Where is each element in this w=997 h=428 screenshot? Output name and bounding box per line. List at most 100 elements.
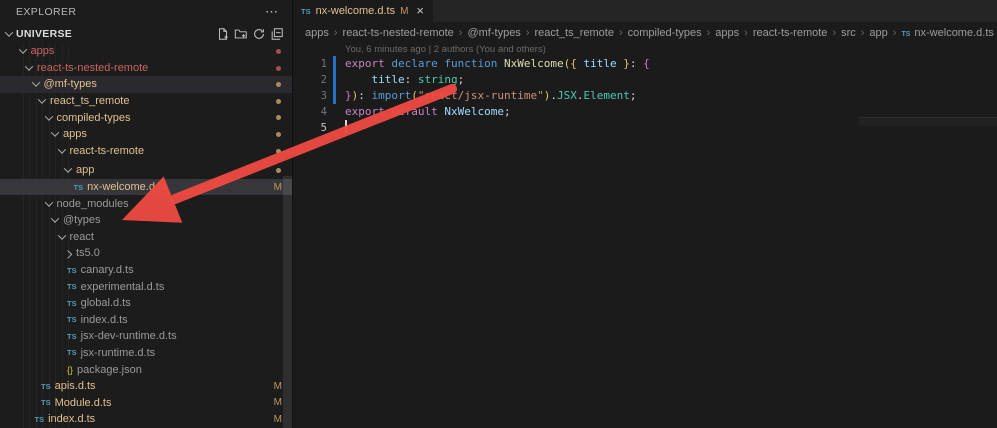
breadcrumb-item[interactable]: apps bbox=[305, 27, 329, 39]
git-status-dot-badge bbox=[276, 49, 281, 54]
line-number[interactable]: 4 bbox=[293, 104, 327, 120]
git-status-dot-badge bbox=[276, 99, 281, 104]
tab-git-modified-badge: M bbox=[400, 6, 408, 17]
line-number[interactable]: 2 bbox=[293, 72, 327, 88]
token: function bbox=[444, 57, 497, 70]
refresh-icon[interactable] bbox=[252, 27, 266, 41]
tree-item-label: react bbox=[70, 231, 94, 243]
tree-item-Module.d.ts[interactable]: TSModule.d.tsM bbox=[0, 394, 292, 411]
gitlens-codelens[interactable]: You, 6 minutes ago | 2 authors (You and … bbox=[345, 44, 997, 56]
tab-nx-welcome[interactable]: TS nx-welcome.d.ts M × bbox=[293, 0, 433, 22]
breadcrumb-separator-icon: › bbox=[893, 27, 897, 39]
tree-item-label: experimental.d.ts bbox=[81, 281, 165, 293]
token: export bbox=[345, 57, 385, 70]
tree-item-apps[interactable]: apps bbox=[0, 126, 292, 143]
breadcrumb-item[interactable]: apps bbox=[715, 27, 739, 39]
tree-item-label: ts5.0 bbox=[76, 247, 100, 259]
code-editor[interactable]: You, 6 minutes ago | 2 authors (You and … bbox=[293, 44, 997, 428]
tree-item-index.d.ts[interactable]: TSindex.d.ts bbox=[0, 312, 292, 329]
chevron-down-icon[interactable] bbox=[31, 79, 39, 87]
tree-item-experimental.d.ts[interactable]: TSexperimental.d.ts bbox=[0, 278, 292, 295]
tree-item-react-ts-nested-remote[interactable]: react-ts-nested-remote bbox=[0, 60, 292, 77]
tree-item-canary.d.ts[interactable]: TScanary.d.ts bbox=[0, 262, 292, 279]
breadcrumb-item[interactable]: src bbox=[841, 27, 856, 39]
tree-item-apps[interactable]: apps bbox=[0, 43, 292, 60]
tree-item-label: index.d.ts bbox=[48, 413, 95, 425]
tree-item-label: Module.d.ts bbox=[55, 397, 112, 409]
tree-item-global.d.ts[interactable]: TSglobal.d.ts bbox=[0, 295, 292, 312]
breadcrumb-separator-icon: › bbox=[619, 27, 623, 39]
breadcrumb-item[interactable]: react-ts-nested-remote bbox=[343, 27, 454, 39]
line-number[interactable]: 3 bbox=[293, 88, 327, 104]
tree-item-app[interactable]: app bbox=[0, 162, 292, 179]
collapse-all-icon[interactable] bbox=[270, 27, 284, 41]
chevron-down-icon[interactable] bbox=[18, 46, 26, 54]
chevron-right-icon[interactable] bbox=[64, 251, 72, 259]
breadcrumb-item[interactable]: react_ts_remote bbox=[534, 27, 613, 39]
breadcrumb-item[interactable]: compiled-types bbox=[628, 27, 702, 39]
tree-item-ts5.0[interactable]: ts5.0 bbox=[0, 245, 292, 262]
ts-file-icon: TS bbox=[301, 7, 311, 16]
token: Element bbox=[583, 89, 629, 102]
chevron-down-icon[interactable] bbox=[25, 62, 33, 70]
token: NxWelcome bbox=[444, 105, 504, 118]
indent-spacer bbox=[0, 117, 46, 118]
chevron-down-icon[interactable] bbox=[57, 145, 65, 153]
new-folder-icon[interactable] bbox=[234, 27, 248, 41]
line-number[interactable]: 1 bbox=[293, 56, 327, 72]
breadcrumb: apps › react-ts-nested-remote › @mf-types › re… bbox=[293, 22, 997, 44]
breadcrumb-separator-icon: › bbox=[334, 27, 338, 39]
new-file-icon[interactable] bbox=[216, 27, 230, 41]
tree-item-node_modules[interactable]: node_modules bbox=[0, 195, 292, 212]
tree-item-nx-welcome.d.ts[interactable]: TSnx-welcome.d.ts M bbox=[0, 179, 292, 196]
chevron-down-icon[interactable] bbox=[64, 165, 72, 173]
chevron-down-icon[interactable] bbox=[51, 129, 59, 137]
tree-item-index.d.ts[interactable]: TSindex.d.tsM bbox=[0, 411, 292, 428]
tree-item-@types[interactable]: @types bbox=[0, 212, 292, 229]
chevron-down-icon[interactable] bbox=[44, 112, 52, 120]
git-modified-badge: M bbox=[274, 381, 282, 392]
tree-item-package.json[interactable]: {}package.json bbox=[0, 361, 292, 378]
code-line[interactable]: 3}): import("react/jsx-runtime").JSX.Ele… bbox=[293, 88, 997, 104]
breadcrumb-item[interactable]: @mf-types bbox=[467, 27, 520, 39]
tree-item-react-ts-remote[interactable]: react-ts-remote bbox=[0, 143, 292, 160]
chevron-down-icon[interactable] bbox=[44, 198, 52, 206]
chevron-down-icon[interactable] bbox=[5, 28, 13, 36]
breadcrumb-item-file[interactable]: TSnx-welcome.d.ts bbox=[901, 27, 993, 39]
explorer-more-actions-icon[interactable]: ⋯ bbox=[265, 7, 278, 17]
tree-item-label: react-ts-remote bbox=[70, 145, 145, 157]
chevron-down-icon[interactable] bbox=[57, 231, 65, 239]
token: declare bbox=[391, 57, 437, 70]
code-line[interactable]: 1export declare function NxWelcome({ tit… bbox=[293, 56, 997, 72]
tree-item-@mf-types[interactable]: @mf-types bbox=[0, 76, 292, 93]
code-line[interactable]: 2 title: string; bbox=[293, 72, 997, 88]
workspace-name: UNIVERSE bbox=[16, 28, 216, 40]
tree-item-jsx-dev-runtime.d.ts[interactable]: TSjsx-dev-runtime.d.ts bbox=[0, 328, 292, 345]
indent-spacer bbox=[0, 286, 67, 287]
token: string bbox=[418, 73, 458, 86]
token: ( bbox=[411, 89, 418, 102]
tree-item-label: nx-welcome.d.ts bbox=[87, 181, 166, 193]
line-number[interactable]: 5 bbox=[293, 120, 327, 136]
git-modified-badge: M bbox=[274, 182, 282, 193]
tab-bar: TS nx-welcome.d.ts M × bbox=[293, 0, 997, 22]
token: default bbox=[391, 105, 437, 118]
sidebar-scrollbar[interactable] bbox=[283, 176, 292, 428]
chevron-down-icon[interactable] bbox=[38, 95, 46, 103]
ts-file-icon: TS bbox=[74, 183, 84, 192]
tree-item-react[interactable]: react bbox=[0, 229, 292, 246]
token: : bbox=[405, 73, 418, 86]
file-tree: appsreact-ts-nested-remote@mf-typesreact… bbox=[0, 43, 292, 428]
workspace-section-header[interactable]: UNIVERSE bbox=[0, 24, 292, 43]
token: ({ bbox=[564, 57, 577, 70]
tree-item-jsx-runtime.d.ts[interactable]: TSjsx-runtime.d.ts bbox=[0, 345, 292, 362]
overview-ruler-band bbox=[858, 118, 997, 126]
breadcrumb-item[interactable]: react-ts-remote bbox=[753, 27, 828, 39]
indent-spacer bbox=[0, 51, 20, 52]
chevron-down-icon[interactable] bbox=[51, 215, 59, 223]
breadcrumb-item[interactable]: app bbox=[869, 27, 887, 39]
tree-item-compiled-types[interactable]: compiled-types bbox=[0, 109, 292, 126]
tree-item-react_ts_remote[interactable]: react_ts_remote bbox=[0, 93, 292, 110]
close-icon[interactable]: × bbox=[416, 5, 424, 17]
tree-item-apis.d.ts[interactable]: TSapis.d.tsM bbox=[0, 378, 292, 395]
